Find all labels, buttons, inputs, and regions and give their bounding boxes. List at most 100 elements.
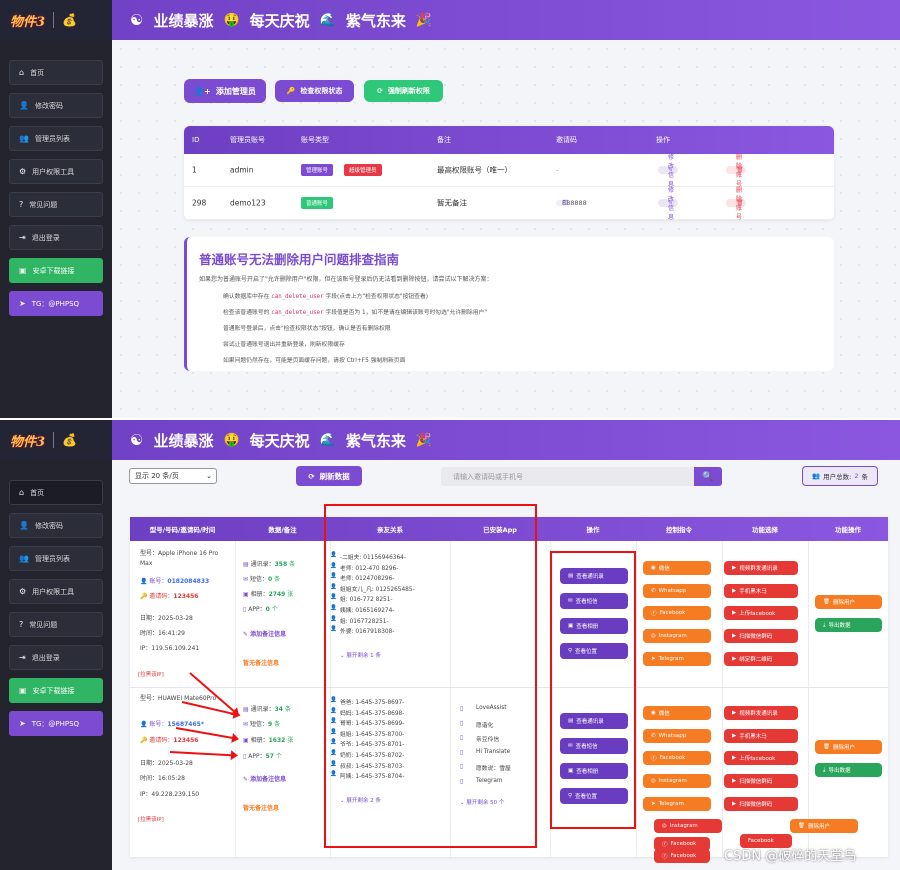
key-icon: 🔑 <box>140 737 148 744</box>
block-ip-link[interactable]: [拉黑该IP] <box>138 670 164 678</box>
sidebar-item-faq[interactable]: ? 常见问题 <box>9 192 103 217</box>
sidebar-item-telegram[interactable]: ➤ TG：@PHPSQ <box>9 711 103 736</box>
op-button-sms[interactable]: ✉ 查看短信 <box>560 738 628 754</box>
top-bar: 物件3 💰 ☯ 业绩暴涨 🤑 每天庆祝 🌊 紫气东来 🎉 <box>0 0 900 40</box>
op-button-sms[interactable]: ✉ 查看短信 <box>560 593 628 609</box>
user-icon: 👤 <box>330 605 337 611</box>
op-button-photo[interactable]: ▣ 查看相册 <box>560 618 628 634</box>
sparkle-icon: 🌊 <box>319 432 336 448</box>
edit-button[interactable]: ✎ 修改信息 <box>658 154 678 188</box>
check-permission-button[interactable]: 🔑 检查权限状态 <box>275 80 354 102</box>
function-button[interactable]: ▶ 上传facebook <box>724 751 798 766</box>
sidebar-item-logout[interactable]: ⇥ 退出登录 <box>9 645 103 670</box>
sidebar-item-admins[interactable]: 👥 管理员列表 <box>9 546 103 571</box>
relation-item: 妈妈: 1-645-375-8698- <box>340 710 405 717</box>
sidebar-item-telegram[interactable]: ➤ TG：@PHPSQ <box>9 291 103 316</box>
sidebar-item-android[interactable]: ▣ 安卓下载链接 <box>9 258 103 283</box>
relation-item: 爸爸: 1-645-375-8697- <box>340 700 405 706</box>
user-plus-icon: 👤+ <box>194 86 211 96</box>
key-icon: 🔑 <box>286 87 296 95</box>
sparkle-icon: 🌊 <box>319 12 336 28</box>
function-button[interactable]: ▶ 绑定群二维码 <box>724 651 798 666</box>
invite-code: 🔑 邀请码：123456 <box>140 593 199 600</box>
sidebar-item-password[interactable]: 👤 修改密码 <box>9 513 103 538</box>
function-button[interactable]: ▶ 扫描微信群码 <box>724 774 798 789</box>
edit-button[interactable]: ✎ 修改信息 <box>658 187 678 220</box>
sidebar-item-permissions[interactable]: ⚙ 用户权限工具 <box>9 579 103 604</box>
search-input[interactable]: 请输入邀请码或手机号 <box>441 467 694 486</box>
delete-button[interactable]: 🗑 删除账号 <box>726 187 746 220</box>
refresh-data-button[interactable]: ⟳ 刷新数据 <box>296 466 362 486</box>
command-button-wechat[interactable]: ◉ 微信 <box>643 561 711 575</box>
user-gear-icon: ⚙ <box>19 587 27 596</box>
sidebar-item-logout[interactable]: ⇥ 退出登录 <box>9 225 103 250</box>
command-label: Whatsapp <box>658 587 687 594</box>
location-icon: ⚲ <box>568 648 573 654</box>
delete-user-button[interactable]: 🗑 删除用户 <box>815 595 882 609</box>
instagram-command-button[interactable]: ◎ Instagram <box>654 819 722 833</box>
function-button[interactable]: ▶ 手机黑木马 <box>724 583 798 598</box>
telegram-icon: ➤ <box>651 655 656 662</box>
command-button-whatsapp[interactable]: ✆ Whatsapp <box>643 583 711 598</box>
add-admin-button[interactable]: 👤+ 添加管理员 <box>184 79 266 103</box>
function-icon: ▶ <box>732 565 737 571</box>
function-icon: ▶ <box>732 633 737 640</box>
command-button-wechat[interactable]: ◉ 微信 <box>643 706 711 720</box>
op-button-contacts[interactable]: ▤ 查看通讯录 <box>560 568 628 584</box>
sms-icon: ✉ <box>568 743 573 749</box>
sidebar-item-admins[interactable]: 👥 管理员列表 <box>9 126 103 151</box>
sidebar-item-home[interactable]: ⌂ 首页 <box>9 60 103 85</box>
per-page-select[interactable]: 显示 20 条/页 ⌄ <box>129 468 217 484</box>
function-button[interactable]: ▶ 视频群发通讯录 <box>724 706 798 720</box>
delete-user-button[interactable]: 🗑 删除用户 <box>790 819 858 833</box>
delete-user-button[interactable]: 🗑 删除用户 <box>815 740 882 754</box>
phone-icon: ▯ <box>460 734 464 742</box>
command-button-telegram[interactable]: ➤ Telegram <box>643 796 711 811</box>
relation-item: 哥哥: 1-645-375-8699- <box>340 721 405 728</box>
slogan: ☯ 业绩暴涨 🤑 每天庆祝 🌊 紫气东来 🎉 <box>130 431 433 450</box>
guide-title: 普通账号无法删除用户问题排查指南 <box>199 252 400 267</box>
command-button-instagram[interactable]: ◎ Instagram <box>643 774 711 789</box>
op-button-photo[interactable]: ▣ 查看相册 <box>560 763 628 779</box>
sidebar-item-home[interactable]: ⌂ 首页 <box>9 480 103 505</box>
command-button-telegram[interactable]: ➤ Telegram <box>643 651 711 666</box>
sidebar-item-permissions[interactable]: ⚙ 用户权限工具 <box>9 159 103 184</box>
export-data-button[interactable]: ⤓ 导出数据 <box>815 763 882 777</box>
function-button[interactable]: ▶ 手机黑木马 <box>724 728 798 743</box>
command-button-instagram[interactable]: ◎ Instagram <box>643 629 711 644</box>
op-button-location[interactable]: ⚲ 查看位置 <box>560 788 628 804</box>
function-label: 手机黑木马 <box>739 733 767 740</box>
op-button-location[interactable]: ⚲ 查看位置 <box>560 643 628 659</box>
copy-icon[interactable]: ❐ <box>562 199 568 207</box>
sidebar-item-faq[interactable]: ? 常见问题 <box>9 612 103 637</box>
sidebar-item-android[interactable]: ▣ 安卓下载链接 <box>9 678 103 703</box>
force-refresh-button[interactable]: ⟳ 强制刷新权限 <box>364 80 443 102</box>
command-button-whatsapp[interactable]: ✆ Whatsapp <box>643 728 711 743</box>
function-button[interactable]: ▶ 视频群发通讯录 <box>724 561 798 575</box>
watermark: CSDN @破碎的天堂鸟 <box>724 849 857 864</box>
question-icon: ? <box>19 200 24 209</box>
android-icon: ▣ <box>19 686 27 695</box>
block-ip-link[interactable]: [拉黑该IP] <box>138 815 164 823</box>
function-button[interactable]: ▶ 扫描微信群码 <box>724 796 798 811</box>
search-button[interactable]: 🔍 <box>694 467 722 486</box>
function-button[interactable]: ▶ 扫描微信群码 <box>724 629 798 644</box>
add-note-link[interactable]: ✎ 添加备注信息 <box>243 629 286 638</box>
app-item: Hi Translate <box>476 748 511 755</box>
logout-icon: ⇥ <box>19 233 26 242</box>
function-button[interactable]: ▶ 上传facebook <box>724 606 798 621</box>
user-icon: 👤 <box>330 573 337 580</box>
export-data-button[interactable]: ⤓ 导出数据 <box>815 618 882 632</box>
add-note-link[interactable]: ✎ 添加备注信息 <box>243 774 286 783</box>
facebook-command-button[interactable]: ⓕ Facebook <box>654 849 710 863</box>
command-button-facebook[interactable]: ⓕ Facebook <box>643 751 711 766</box>
op-button-contacts[interactable]: ▤ 查看通讯录 <box>560 713 628 729</box>
troubleshoot-guide: 普通账号无法删除用户问题排查指南 如果您为普通账号开启了"允许删除用户"权限，但… <box>184 237 834 371</box>
command-button-facebook[interactable]: ⓕ Facebook <box>643 606 711 621</box>
function-label: 视频群发通讯录 <box>739 566 778 572</box>
delete-button[interactable]: 🗑 删除账号 <box>726 154 746 188</box>
logo-text: 物件3 <box>10 14 46 30</box>
instagram-icon: ◎ <box>662 823 667 829</box>
sidebar-item-password[interactable]: 👤 修改密码 <box>9 93 103 118</box>
function-label: 上传facebook <box>739 756 776 763</box>
